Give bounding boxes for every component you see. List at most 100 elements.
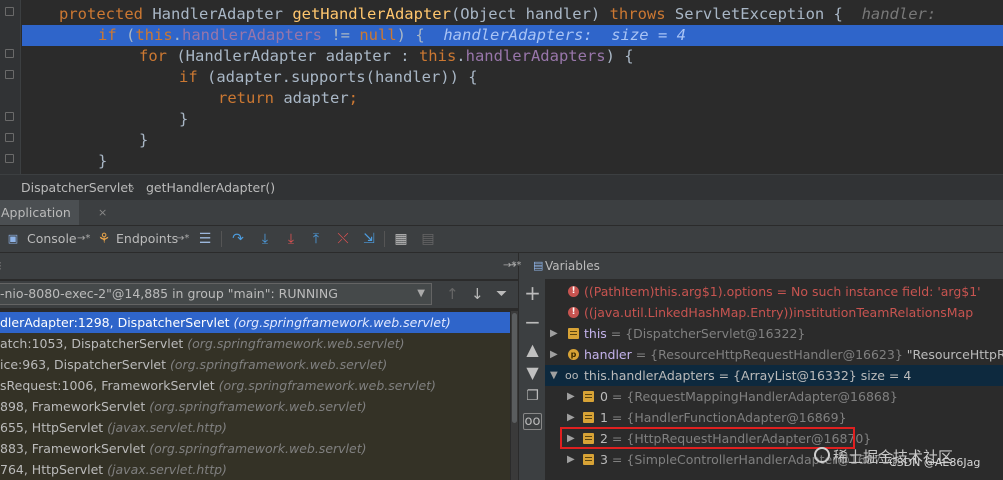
endpoints-icon: ⚘ (97, 231, 111, 247)
code-editor[interactable]: protected HandlerAdapter getHandlerAdapt… (0, 0, 1003, 174)
field-icon (568, 328, 579, 339)
thread-select-value: -nio-8080-exec-2"@14,885 in group "main"… (0, 286, 338, 301)
variable-row[interactable]: ▶ 1 = {HandlerFunctionAdapter@16869} (545, 407, 1003, 428)
arrow-up-icon[interactable]: ↑ (446, 285, 459, 303)
pin-icon[interactable]: →* (508, 253, 521, 279)
menu-icon[interactable]: ☰ (196, 230, 214, 248)
variables-title: Variables (545, 259, 600, 273)
code-text: ( (126, 26, 136, 44)
frame-row[interactable]: dlerAdapter:1298, DispatcherServlet (org… (0, 312, 510, 333)
fold-marker-icon[interactable] (5, 7, 14, 16)
tab-console[interactable]: Console (27, 226, 77, 252)
code-line[interactable]: protected HandlerAdapter getHandlerAdapt… (22, 4, 1003, 25)
inline-debug-hint: handler: (861, 5, 946, 23)
arrow-down-icon[interactable]: ↓ (471, 285, 484, 303)
frames-panel: ⁝ →* -nio-8080-exec-2"@14,885 in group "… (0, 253, 518, 480)
code-line[interactable]: for (HandlerAdapter adapter : this.handl… (22, 46, 1003, 67)
code-text: (Object handler) (450, 5, 610, 23)
collapse-arrow-icon[interactable]: ▼ (550, 365, 558, 386)
frame-row[interactable]: 898, FrameworkServlet (org.springframewo… (0, 396, 510, 417)
variable-error-text: ((PathItem)this.arg$1).options = No such… (584, 284, 981, 299)
expand-arrow-icon[interactable]: ▶ (567, 449, 575, 470)
frame-row[interactable]: 883, FrameworkServlet (org.springframewo… (0, 438, 510, 459)
fold-marker-icon[interactable] (5, 133, 14, 142)
fold-marker-icon[interactable] (5, 154, 14, 163)
frame-method: 764, HttpServlet (0, 462, 108, 477)
chevron-down-icon: ▼ (417, 288, 425, 299)
breadcrumb-class[interactable]: DispatcherServlet (21, 175, 133, 200)
frame-method: 655, HttpServlet (0, 420, 108, 435)
breadcrumb-method[interactable]: getHandlerAdapter() (146, 175, 275, 200)
frame-package: (org.springframework.web.servlet) (149, 441, 367, 456)
add-watch-icon[interactable]: + (523, 283, 542, 303)
code-line[interactable]: } (22, 130, 1003, 151)
code-line[interactable]: } (22, 151, 1003, 172)
expand-arrow-icon[interactable]: ▶ (567, 386, 575, 407)
code-line[interactable]: if (adapter.supports(handler)) { (22, 67, 1003, 88)
pin-icon[interactable]: →* (176, 226, 189, 252)
variable-row-selected[interactable]: ▼ oo this.handlerAdapters = {ArrayList@1… (545, 365, 1003, 386)
code-text: } (179, 110, 189, 128)
watermark-logo-icon (814, 447, 830, 463)
expand-arrow-icon[interactable]: ▶ (550, 344, 558, 365)
parameter-icon: p (568, 349, 579, 360)
breadcrumb-separator-icon: › (130, 180, 135, 195)
fold-marker-icon[interactable] (5, 49, 14, 58)
field-icon (583, 391, 594, 402)
code-text: } (98, 152, 108, 170)
variable-row[interactable]: ! ((java.util.LinkedHashMap.Entry))insti… (545, 302, 1003, 323)
fold-marker-icon[interactable] (5, 112, 14, 121)
force-step-into-icon[interactable]: ⤓ (282, 230, 300, 248)
toolbar-divider (221, 231, 222, 247)
error-icon: ! (568, 307, 579, 318)
trace-stream-icon[interactable]: ▤ (419, 230, 437, 248)
tab-application[interactable]: Application (0, 200, 79, 225)
thread-select[interactable]: -nio-8080-exec-2"@14,885 in group "main"… (0, 283, 432, 305)
code-line[interactable]: return adapter; (22, 88, 1003, 109)
drop-frame-icon[interactable]: ⤬ (334, 230, 352, 248)
expand-arrow-icon[interactable]: ▶ (550, 323, 558, 344)
variable-row[interactable]: ! ((PathItem)this.arg$1).options = No su… (545, 281, 1003, 302)
code-text: } (139, 131, 149, 149)
remove-watch-icon[interactable]: − (523, 312, 542, 332)
expand-arrow-icon[interactable]: ▶ (567, 407, 575, 428)
variables-side-toolbar: + − ▲ ▼ ❐ oo (518, 253, 546, 480)
frame-method: sRequest:1006, FrameworkServlet (0, 378, 219, 393)
keyword: protected (59, 5, 153, 23)
frame-row[interactable]: 655, HttpServlet (javax.servlet.http) (0, 417, 510, 438)
frame-row[interactable]: atch:1053, DispatcherServlet (org.spring… (0, 333, 510, 354)
variable-row[interactable]: ▶ this = {DispatcherServlet@16322} (545, 323, 1003, 344)
code-text: adapter (283, 89, 349, 107)
pin-icon[interactable]: →* (77, 226, 90, 252)
step-out-icon[interactable]: ⤒ (307, 230, 325, 248)
variable-row[interactable]: ▶ 0 = {RequestMappingHandlerAdapter@1686… (545, 386, 1003, 407)
run-to-cursor-icon[interactable]: ⇲ (360, 230, 378, 248)
evaluate-expression-icon[interactable]: ▦ (392, 230, 410, 248)
debug-tab-bar: Application × (0, 200, 1003, 226)
move-up-icon[interactable]: ▲ (523, 340, 542, 359)
code-text: ) { (605, 47, 634, 65)
step-into-icon[interactable]: ⤓ (256, 230, 274, 248)
glasses-icon[interactable]: oo (523, 413, 542, 430)
frame-method: atch:1053, DispatcherServlet (0, 336, 188, 351)
close-icon[interactable]: × (98, 200, 107, 225)
frame-package: (org.springframework.web.servlet) (233, 315, 451, 330)
step-over-icon[interactable]: ↷ (229, 230, 247, 248)
copy-icon[interactable]: ❐ (523, 387, 542, 406)
filter-icon[interactable]: ⏷ (496, 286, 507, 302)
tab-endpoints[interactable]: Endpoints (116, 226, 178, 252)
variable-row[interactable]: ▶ p handler = {ResourceHttpRequestHandle… (545, 344, 1003, 365)
frames-scrollbar-thumb[interactable] (512, 313, 517, 423)
variable-value: = {RequestMappingHandlerAdapter@16868} (607, 389, 898, 404)
code-line[interactable]: } (22, 109, 1003, 130)
debug-toolbar: ▣ Console →* ⚘ Endpoints →* ☰ ↷ ⤓ ⤓ ⤒ ⤬ … (0, 226, 1003, 253)
frame-row[interactable]: sRequest:1006, FrameworkServlet (org.spr… (0, 375, 510, 396)
console-icon: ▣ (7, 232, 19, 245)
fold-marker-icon[interactable] (5, 70, 14, 79)
move-down-icon[interactable]: ▼ (523, 363, 542, 382)
frame-row[interactable]: ice:963, DispatcherServlet (org.springfr… (0, 354, 510, 375)
frame-package: (org.springframework.web.servlet) (187, 336, 405, 351)
variable-name: this.handlerAdapters (584, 368, 715, 383)
frame-row[interactable]: 764, HttpServlet (javax.servlet.http) (0, 459, 510, 480)
code-line-current[interactable]: if (this.handlerAdapters != null) { hand… (22, 25, 1003, 46)
